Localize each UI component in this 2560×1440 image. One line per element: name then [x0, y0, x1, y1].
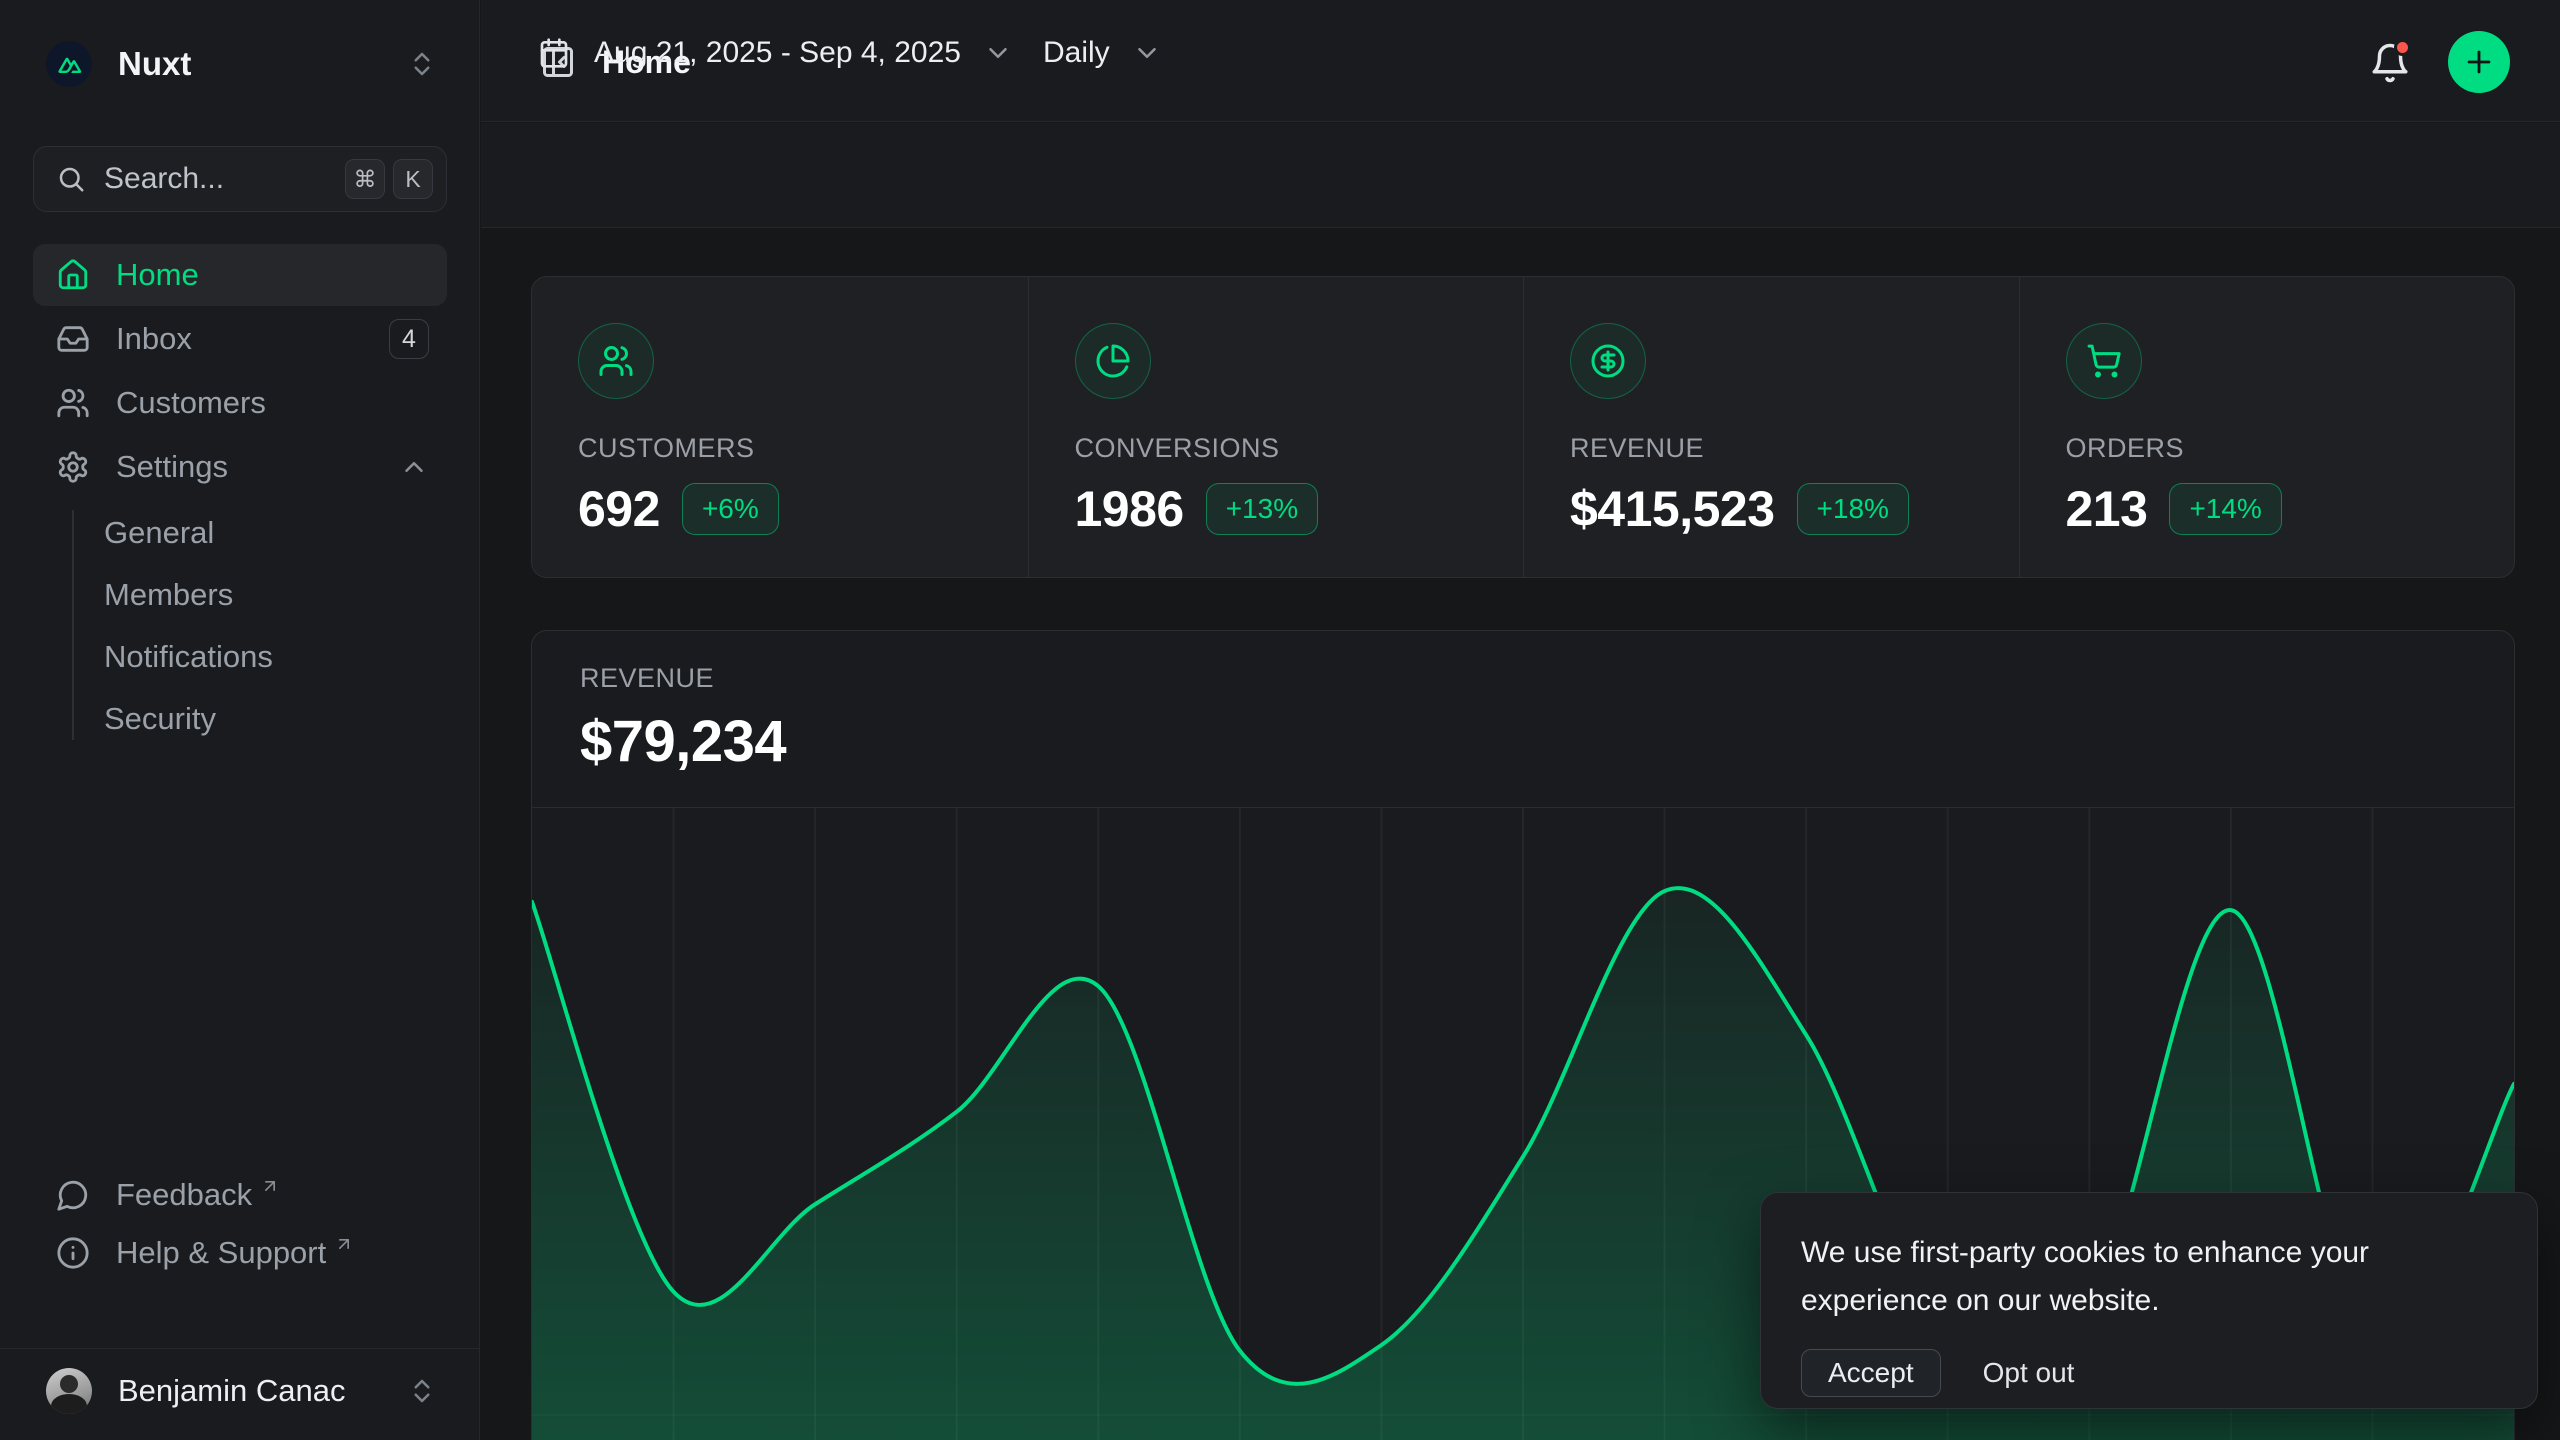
sidebar-item-notifications[interactable]: Notifications	[104, 626, 447, 688]
stat-label: REVENUE	[1570, 433, 2019, 464]
search-icon	[56, 164, 86, 194]
stat-value: 1986	[1075, 480, 1184, 538]
period-label: Daily	[1043, 36, 1110, 70]
revenue-value: $79,234	[580, 708, 2514, 775]
sidebar-item-general[interactable]: General	[104, 502, 447, 564]
stat-customers: CUSTOMERS 692 +6%	[532, 277, 1028, 577]
sidebar-item-label: Home	[116, 257, 199, 293]
stat-delta-badge: +13%	[1206, 483, 1318, 535]
help-support-link[interactable]: Help & Support	[33, 1224, 447, 1282]
notifications-button[interactable]	[2362, 35, 2418, 91]
opt-out-button[interactable]: Opt out	[1983, 1357, 2075, 1389]
cookie-banner: We use first-party cookies to enhance yo…	[1760, 1192, 2538, 1409]
sidebar-item-members[interactable]: Members	[104, 564, 447, 626]
chevrons-up-down-icon	[407, 49, 437, 79]
cookie-message: We use first-party cookies to enhance yo…	[1801, 1229, 2461, 1325]
chevrons-up-down-icon	[407, 1376, 437, 1406]
sidebar-item-label: Inbox	[116, 321, 192, 357]
footer-link-label: Feedback	[116, 1177, 252, 1213]
info-circle-icon	[56, 1236, 90, 1270]
feedback-link[interactable]: Feedback	[33, 1166, 447, 1224]
sidebar-item-label: Security	[104, 701, 216, 737]
filters-toolbar	[481, 123, 2560, 228]
stat-label: ORDERS	[2066, 433, 2515, 464]
sidebar-item-customers[interactable]: Customers	[33, 372, 447, 434]
date-range-picker[interactable]: Aug 21, 2025 - Sep 4, 2025	[538, 26, 1013, 80]
stat-label: CUSTOMERS	[578, 433, 1028, 464]
stat-delta-badge: +18%	[1797, 483, 1909, 535]
external-link-icon	[334, 1234, 354, 1254]
inbox-icon	[56, 322, 90, 356]
stat-delta-badge: +14%	[2169, 483, 2281, 535]
sidebar-item-label: General	[104, 515, 214, 551]
stat-value: 692	[578, 480, 660, 538]
pie-chart-icon	[1075, 323, 1151, 399]
stat-orders: ORDERS 213 +14%	[2019, 277, 2515, 577]
accept-button[interactable]: Accept	[1801, 1349, 1941, 1397]
settings-subnav: General Members Notifications Security	[33, 502, 447, 750]
calendar-icon	[538, 37, 570, 69]
sidebar-footer-links: Feedback Help & Support	[33, 1166, 447, 1282]
sidebar-nav: Home Inbox 4 Customers Settings	[33, 244, 447, 750]
dollar-circle-icon	[1570, 323, 1646, 399]
sidebar-item-settings[interactable]: Settings	[33, 436, 447, 498]
add-button[interactable]	[2448, 31, 2510, 93]
sidebar-item-label: Settings	[116, 449, 228, 485]
sidebar-divider	[0, 1348, 479, 1349]
user-menu[interactable]: Benjamin Canac	[33, 1358, 447, 1424]
shopping-cart-icon	[2066, 323, 2142, 399]
home-icon	[56, 258, 90, 292]
revenue-label: REVENUE	[580, 663, 2514, 694]
stat-label: CONVERSIONS	[1075, 433, 1524, 464]
kbd-k: K	[393, 159, 433, 199]
chevron-up-icon	[399, 452, 429, 482]
date-range-label: Aug 21, 2025 - Sep 4, 2025	[594, 36, 961, 70]
period-select[interactable]: Daily	[1043, 26, 1162, 80]
unread-indicator-dot	[2394, 39, 2411, 56]
stat-revenue: REVENUE $415,523 +18%	[1523, 277, 2019, 577]
chat-bubble-icon	[56, 1178, 90, 1212]
sidebar-item-label: Notifications	[104, 639, 273, 675]
sidebar: Nuxt ⌘ K Home Inbo	[0, 0, 480, 1440]
avatar	[46, 1368, 92, 1414]
subnav-guide-line	[72, 510, 74, 740]
sidebar-item-label: Customers	[116, 385, 266, 421]
workspace-switcher[interactable]: Nuxt	[33, 33, 447, 95]
stat-value: 213	[2066, 480, 2148, 538]
sidebar-item-inbox[interactable]: Inbox 4	[33, 308, 447, 370]
revenue-chart-header: REVENUE $79,234	[532, 631, 2514, 775]
search-input[interactable]	[104, 162, 337, 196]
user-name: Benjamin Canac	[118, 1373, 345, 1409]
nuxt-logo-icon	[46, 41, 92, 87]
sidebar-item-label: Members	[104, 577, 233, 613]
app-window: Nuxt ⌘ K Home Inbo	[0, 0, 2560, 1440]
users-icon	[578, 323, 654, 399]
gear-icon	[56, 450, 90, 484]
chevron-down-icon	[983, 38, 1013, 68]
search-input-wrapper: ⌘ K	[33, 146, 447, 212]
sidebar-item-home[interactable]: Home	[33, 244, 447, 306]
workspace-name: Nuxt	[118, 45, 191, 83]
stats-cards: CUSTOMERS 692 +6% CONVERSIONS 1986 +13% …	[531, 276, 2515, 578]
stat-delta-badge: +6%	[682, 483, 779, 535]
external-link-icon	[260, 1176, 280, 1196]
chevron-down-icon	[1132, 38, 1162, 68]
footer-link-label: Help & Support	[116, 1235, 326, 1271]
sidebar-item-security[interactable]: Security	[104, 688, 447, 750]
inbox-count-badge: 4	[389, 319, 429, 359]
kbd-cmd: ⌘	[345, 159, 385, 199]
users-icon	[56, 386, 90, 420]
cookie-actions: Accept Opt out	[1801, 1349, 2497, 1397]
stat-value: $415,523	[1570, 480, 1775, 538]
stat-conversions: CONVERSIONS 1986 +13%	[1028, 277, 1524, 577]
